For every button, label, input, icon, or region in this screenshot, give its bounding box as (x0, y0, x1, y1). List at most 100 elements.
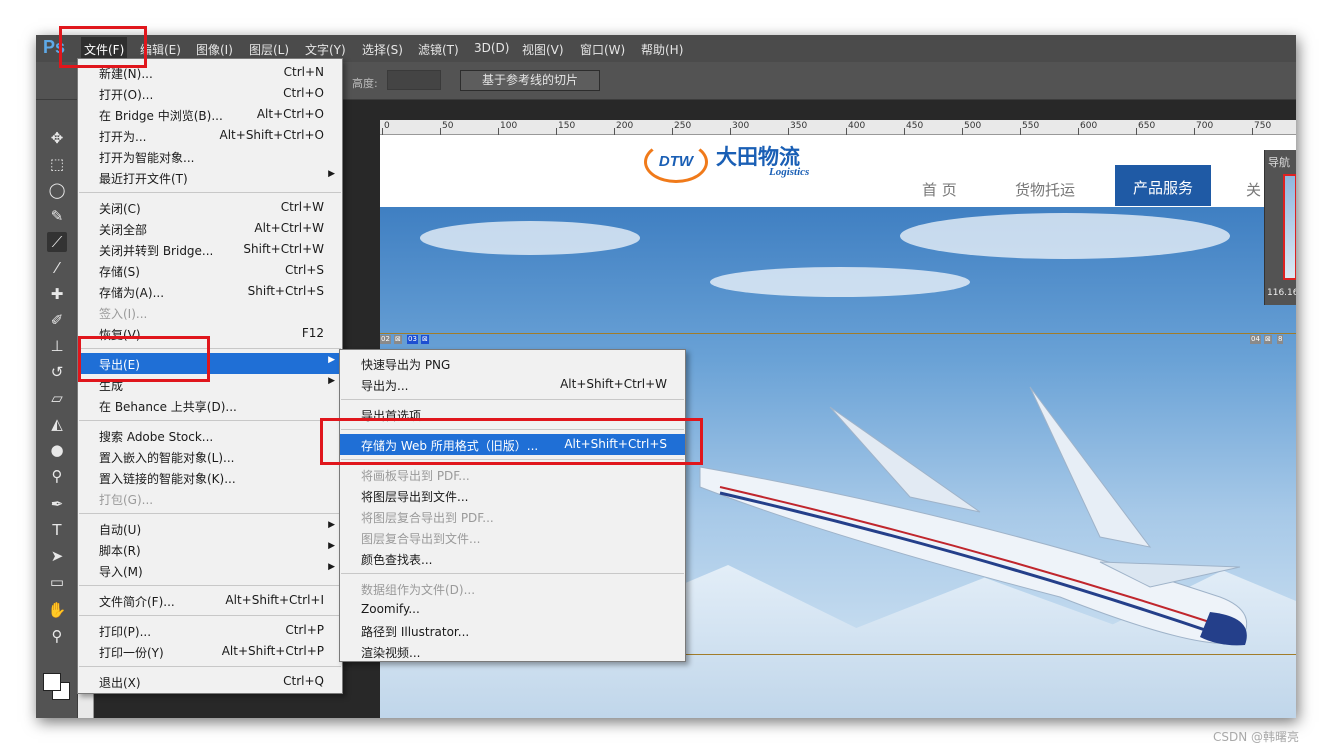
ruler-tick: 400 (848, 121, 866, 131)
menu-3d[interactable]: 3D(D) (474, 41, 509, 55)
export-menu-item-shortcut: Alt+Shift+Ctrl+W (560, 377, 667, 391)
export-menu-item-label: 将画板导出到 PDF... (361, 469, 470, 483)
dodge-tool-icon[interactable]: ⚲ (47, 466, 67, 486)
export-menu-item[interactable]: 快速导出为 PNG (340, 353, 685, 374)
export-menu-item-label: 图层复合导出到文件... (361, 532, 481, 546)
ruler-tick: 350 (790, 121, 808, 131)
navigator-thumbnail[interactable] (1283, 174, 1296, 280)
menu-type[interactable]: 文字(Y) (305, 41, 346, 58)
menu-help[interactable]: 帮助(H) (641, 41, 683, 58)
menu-window[interactable]: 窗口(W) (580, 41, 625, 58)
file-menu-item[interactable]: 最近打开文件(T) ▶ (78, 167, 342, 188)
file-menu-item-label: 关闭全部 (99, 223, 148, 237)
ruler-tick: 600 (1080, 121, 1098, 131)
file-menu-item[interactable]: 文件简介(F)... Alt+Shift+Ctrl+I (78, 590, 342, 611)
file-menu-item-shortcut: Alt+Ctrl+W (254, 221, 324, 235)
file-menu-item-label: 文件简介(F)... (99, 595, 175, 609)
export-menu-item[interactable]: 渲染视频... (340, 641, 685, 662)
file-menu-item-label: 签入(I)... (99, 307, 148, 321)
ruler-tick: 700 (1196, 121, 1214, 131)
menu-view[interactable]: 视图(V) (522, 41, 564, 58)
file-menu-item[interactable]: 关闭全部 Alt+Ctrl+W (78, 218, 342, 239)
menu-separator (79, 666, 341, 667)
eyedropper-tool-icon[interactable]: ⁄ (47, 258, 67, 278)
menu-separator (79, 192, 341, 193)
file-menu-item[interactable]: 打开(O)... Ctrl+O (78, 83, 342, 104)
height-field[interactable] (387, 70, 441, 90)
watermark: CSDN @韩曙亮 (1212, 730, 1299, 744)
path-select-icon[interactable]: ➤ (47, 546, 67, 566)
lasso-tool-icon[interactable]: ◯ (47, 180, 67, 200)
menu-image[interactable]: 图像(I) (196, 41, 233, 58)
export-menu-item[interactable]: 导出为... Alt+Shift+Ctrl+W (340, 374, 685, 395)
file-menu-item[interactable]: 搜索 Adobe Stock... (78, 425, 342, 446)
hand-tool-icon[interactable]: ✋ (47, 600, 67, 620)
file-menu-item[interactable]: 关闭并转到 Bridge... Shift+Ctrl+W (78, 239, 342, 260)
file-menu-item[interactable]: 存储为(A)... Shift+Ctrl+S (78, 281, 342, 302)
menu-filter[interactable]: 滤镜(T) (418, 41, 459, 58)
menu-layer[interactable]: 图层(L) (249, 41, 289, 58)
file-menu-item[interactable]: 打印一份(Y) Alt+Shift+Ctrl+P (78, 641, 342, 662)
pen-tool-icon[interactable]: ✒ (47, 494, 67, 514)
file-menu-item[interactable]: 关闭(C) Ctrl+W (78, 197, 342, 218)
file-menu-item-shortcut: Alt+Ctrl+O (256, 107, 324, 121)
move-tool-icon[interactable]: ✥ (47, 128, 67, 148)
file-menu-item-shortcut: Alt+Shift+Ctrl+O (219, 128, 324, 142)
healing-brush-icon[interactable]: ✚ (47, 284, 67, 304)
history-brush-icon[interactable]: ↺ (47, 362, 67, 382)
slices-from-guides-button[interactable]: 基于参考线的切片 (460, 70, 600, 91)
stamp-tool-icon[interactable]: ⊥ (47, 336, 67, 356)
file-menu-item-label: 最近打开文件(T) (99, 172, 188, 186)
file-menu-item-shortcut: Alt+Shift+Ctrl+I (225, 593, 324, 607)
file-menu-item-shortcut: Ctrl+S (284, 263, 324, 277)
brush-tool-icon[interactable]: ✐ (47, 310, 67, 330)
file-menu-item[interactable]: 退出(X) Ctrl+Q (78, 671, 342, 692)
foreground-color-swatch[interactable] (43, 673, 61, 691)
navigator-title: 导航 (1268, 156, 1290, 169)
file-menu-item[interactable]: 导入(M) ▶ (78, 560, 342, 581)
export-menu-item[interactable]: 颜色查找表... (340, 548, 685, 569)
type-tool-icon[interactable]: T (47, 520, 67, 540)
file-menu-item-label: 存储(S) (99, 265, 140, 279)
file-menu-item[interactable]: 在 Behance 上共享(D)... (78, 395, 342, 416)
file-menu-item-label: 存储为(A)... (99, 286, 165, 300)
file-menu-item: 签入(I)... (78, 302, 342, 323)
file-menu-item-label: 打印一份(Y) (99, 646, 164, 660)
slice-tool-icon[interactable]: ⟋ (47, 232, 67, 252)
file-menu-item[interactable]: 打开为... Alt+Shift+Ctrl+O (78, 125, 342, 146)
file-menu-item[interactable]: 在 Bridge 中浏览(B)... Alt+Ctrl+O (78, 104, 342, 125)
export-menu-item-label: 渲染视频... (361, 646, 421, 660)
height-label: 高度: (352, 77, 378, 90)
file-menu-item-shortcut: Shift+Ctrl+W (243, 242, 324, 256)
navigator-panel: 导航 116.16% (1264, 150, 1296, 305)
site-nav-freight: 货物托运 (1015, 181, 1076, 199)
file-menu-item[interactable]: 置入嵌入的智能对象(L)... (78, 446, 342, 467)
file-menu-item[interactable]: 打开为智能对象... (78, 146, 342, 167)
file-menu-item[interactable]: 自动(U) ▶ (78, 518, 342, 539)
blur-tool-icon[interactable]: ● (47, 440, 67, 460)
file-menu-item-label: 置入嵌入的智能对象(L)... (99, 451, 235, 465)
eraser-tool-icon[interactable]: ▱ (47, 388, 67, 408)
export-submenu: 快速导出为 PNG 导出为... Alt+Shift+Ctrl+W 导出首选项... 存… (339, 349, 686, 662)
file-menu-item-label: 搜索 Adobe Stock... (99, 430, 214, 444)
file-menu-item[interactable]: 存储(S) Ctrl+S (78, 260, 342, 281)
file-menu-item[interactable]: 脚本(R) ▶ (78, 539, 342, 560)
export-menu-item[interactable]: Zoomify... (340, 599, 685, 620)
quick-select-tool-icon[interactable]: ✎ (47, 206, 67, 226)
menu-select[interactable]: 选择(S) (362, 41, 403, 58)
ruler-tick: 150 (558, 121, 576, 131)
paint-bucket-icon[interactable]: ◭ (47, 414, 67, 434)
export-menu-item[interactable]: 路径到 Illustrator... (340, 620, 685, 641)
file-menu-item[interactable]: 置入链接的智能对象(K)... (78, 467, 342, 488)
file-menu-item-label: 打开为... (99, 130, 147, 144)
file-menu-item-label: 打开(O)... (99, 88, 154, 102)
rectangle-tool-icon[interactable]: ▭ (47, 572, 67, 592)
export-menu-item: 数据组作为文件(D)... (340, 578, 685, 599)
marquee-tool-icon[interactable]: ⬚ (47, 154, 67, 174)
annotation-file-menu (59, 26, 147, 68)
zoom-tool-icon[interactable]: ⚲ (47, 626, 67, 646)
export-menu-item[interactable]: 将图层导出到文件... (340, 485, 685, 506)
ruler-tick: 750 (1254, 121, 1272, 131)
file-menu-item-shortcut: Shift+Ctrl+S (247, 284, 324, 298)
file-menu-item[interactable]: 打印(P)... Ctrl+P (78, 620, 342, 641)
